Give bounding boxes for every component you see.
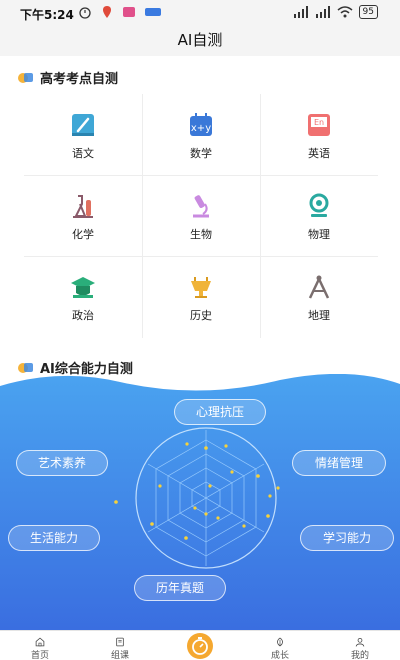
- signal-2-icon: [315, 6, 330, 18]
- tab-home[interactable]: 首页: [0, 631, 80, 660]
- tab-ai-test[interactable]: [187, 633, 213, 659]
- subject-physics[interactable]: 物理: [260, 175, 378, 256]
- svg-text:x+y: x+y: [191, 123, 211, 134]
- subject-biology[interactable]: 生物: [142, 175, 260, 256]
- wifi-icon: [337, 6, 353, 18]
- svg-text:En: En: [314, 118, 324, 127]
- subject-geography[interactable]: 地理: [260, 256, 378, 337]
- graduation-cap-icon: [71, 277, 95, 298]
- status-bar: 下午5:24 95: [0, 0, 400, 26]
- history-vessel-icon: [191, 277, 211, 298]
- tab-profile[interactable]: 我的: [320, 631, 400, 660]
- physics-magnet-icon: [309, 193, 329, 217]
- home-icon: [35, 637, 45, 647]
- past-exams-button[interactable]: 历年真题: [134, 575, 226, 601]
- stopwatch-icon: [192, 637, 208, 655]
- app-notification-icon: [123, 7, 135, 17]
- page-title: AI自测: [177, 31, 223, 49]
- course-book-icon: [116, 637, 124, 647]
- ability-psychology-button[interactable]: 心理抗压: [174, 399, 266, 425]
- math-calendar-icon: x+y: [190, 113, 212, 136]
- title-bar: AI自测: [0, 26, 400, 56]
- chemistry-flask-icon: [73, 195, 93, 218]
- subject-chinese[interactable]: 语文: [24, 94, 142, 175]
- ability-art-button[interactable]: 艺术素养: [16, 450, 108, 476]
- chinese-book-icon: [72, 114, 94, 136]
- microscope-icon: [193, 195, 209, 218]
- section-exam-title: 高考考点自测: [16, 68, 118, 87]
- section-cube-icon: [18, 72, 33, 83]
- compass-icon: [308, 275, 330, 299]
- ability-life-button[interactable]: 生活能力: [8, 525, 100, 551]
- location-pin-icon: [103, 6, 111, 18]
- alarm-icon: [79, 7, 91, 19]
- subject-chemistry[interactable]: 化学: [24, 175, 142, 256]
- app-badge-icon: [145, 8, 161, 16]
- status-time: 下午5:24: [20, 8, 74, 22]
- tab-growth[interactable]: 成长: [240, 631, 320, 660]
- ability-study-button[interactable]: 学习能力: [300, 525, 394, 551]
- user-icon: [355, 638, 365, 647]
- tab-course[interactable]: 组课: [80, 631, 160, 660]
- signal-icon: [293, 6, 308, 18]
- ability-emotion-button[interactable]: 情绪管理: [292, 450, 386, 476]
- subject-math[interactable]: x+y 数学: [142, 94, 260, 175]
- subject-politics[interactable]: 政治: [24, 256, 142, 337]
- english-book-icon: En: [308, 114, 330, 136]
- subject-grid: 语文 x+y 数学 En 英语 化学 生物 物理 政治 历史 地理: [24, 94, 378, 338]
- leaf-icon: [277, 637, 283, 647]
- section-cube-icon: [18, 362, 33, 373]
- subject-english[interactable]: En 英语: [260, 94, 378, 175]
- subject-history[interactable]: 历史: [142, 256, 260, 337]
- battery-level: 95: [358, 5, 378, 19]
